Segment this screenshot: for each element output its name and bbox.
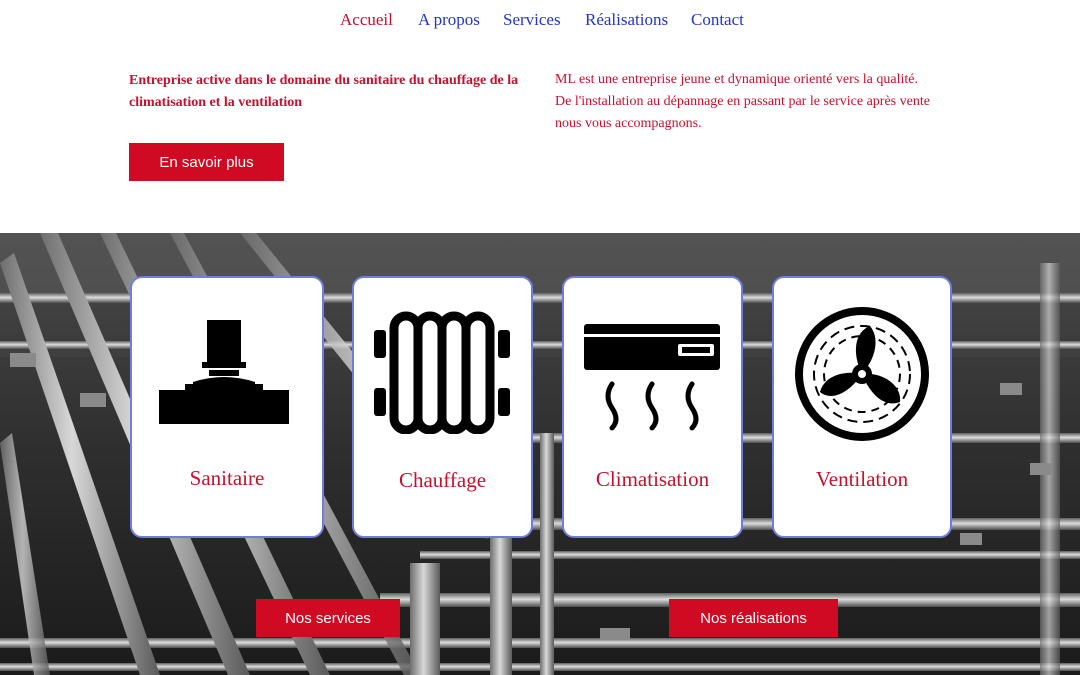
nav-item-contact[interactable]: Contact [691,10,744,30]
intro-description-line: De l'installation au dépannage en passan… [555,94,930,109]
nav-item-services[interactable]: Services [503,10,561,30]
learn-more-button[interactable]: En savoir plus [129,143,284,181]
intro-description-line: ML est une entreprise jeune et dynamique… [555,72,918,87]
service-card-climatisation[interactable]: Climatisation [562,276,743,538]
air-conditioner-icon [583,324,720,431]
service-card-ventilation[interactable]: Ventilation [772,276,952,538]
service-card-label: Chauffage [398,468,487,492]
intro-description: ML est une entreprise jeune et dynamique… [555,69,955,135]
service-card-chauffage[interactable]: Chauffage [352,276,533,538]
radiator-icon [373,311,510,434]
fan-icon [795,307,929,441]
service-card-label: Climatisation [595,467,710,491]
our-services-button[interactable]: Nos services [256,599,400,637]
service-card-label: Sanitaire [189,466,265,490]
pipe-tee-icon [159,320,289,424]
intro-tagline: Entreprise active dans le domaine du san… [129,73,519,110]
nav-item-accueil[interactable]: Accueil [340,10,393,30]
our-realisations-button[interactable]: Nos réalisations [669,599,838,637]
nav-item-realisations[interactable]: Réalisations [585,10,668,30]
service-card-label: Ventilation [815,467,909,491]
intro-description-line: nous vous accompagnons. [555,116,702,131]
main-nav: Accueil A propos Services Réalisations C… [0,0,1080,40]
service-card-sanitaire[interactable]: Sanitaire [130,276,324,538]
nav-item-a-propos[interactable]: A propos [418,10,480,30]
